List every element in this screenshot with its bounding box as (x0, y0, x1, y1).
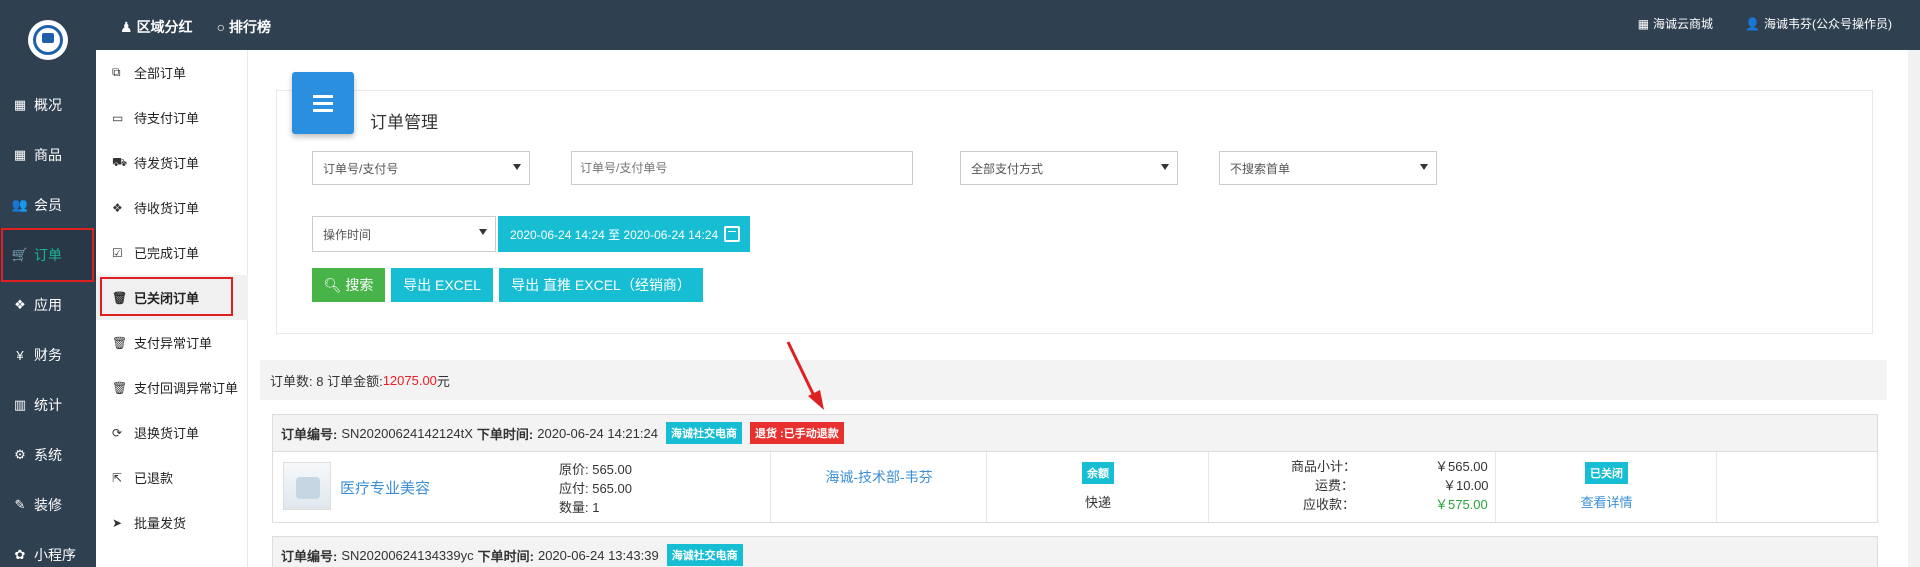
refund-badge: 退货 :已手动退款 (749, 422, 844, 444)
nav-finance[interactable]: ¥ 财务 (0, 330, 96, 380)
box-icon: ▦ (13, 97, 27, 112)
search-icon: 🔍︎ (323, 276, 342, 293)
caret-down-icon (479, 229, 487, 235)
calendar-icon (724, 226, 741, 242)
channel-badge: 海诚社交电商 (665, 422, 742, 444)
panel-title: 订单管理 (370, 113, 438, 132)
nav-system[interactable]: ⚙ 系统 (0, 430, 96, 480)
search-button[interactable]: 🔍︎ 搜索 (312, 268, 385, 302)
pay-method-badge: 余额 (1082, 462, 1114, 484)
subnav-batch-ship[interactable]: ➤ 批量发货 (96, 500, 248, 545)
subnav-completed[interactable]: ☑ 已完成订单 (96, 230, 248, 275)
subnav-pending-receipt[interactable]: ❖ 待收货订单 (96, 185, 248, 230)
user-menu[interactable]: 👤 海诚韦芬(公众号操作员) (1745, 15, 1892, 32)
nav-apps[interactable]: ❖ 应用 (0, 280, 96, 330)
freight-value: ￥10.00 (1443, 478, 1489, 493)
logo-icon (33, 25, 63, 55)
circle-icon: ○ (216, 19, 226, 35)
subtotal-value: ￥565.00 (1435, 459, 1488, 474)
order-header: 订单编号: SN20200624142124tX 下单时间: 2020-06-24 … (273, 415, 1877, 452)
price-info: 原价: 565.00 应付: 565.00 数量: 1 (559, 462, 632, 515)
subnav-refunded[interactable]: ⇱ 已退款 (96, 455, 248, 500)
export-direct-excel-button[interactable]: 导出 直推 EXCEL（经销商） (499, 268, 703, 302)
leaderboard-link[interactable]: ○ 排行榜 (217, 17, 271, 37)
status-badge: 已关闭 (1585, 462, 1628, 484)
receivable-value: ￥575.00 (1435, 497, 1488, 512)
trash-icon: 🗑 (112, 290, 128, 305)
channel-badge: 海诚社交电商 (666, 544, 743, 566)
left-nav: ▦ 概况 ▦ 商品 👥 会员 🛒 订单 ❖ 应用 ¥ 财务 ▥ 统计 ⚙ 系统 ✎ 装修 ✿ 小程序 (0, 0, 96, 567)
store-cell: 海诚-技术部-韦芬 (771, 452, 987, 522)
refresh-icon: ⟳ (112, 425, 123, 440)
card-icon: ▭ (112, 110, 124, 125)
nav-orders[interactable]: 🛒 订单 (0, 230, 96, 280)
caret-down-icon (513, 164, 521, 170)
order-field-select[interactable]: 订单号/支付号 (312, 151, 530, 185)
subnav-returns[interactable]: ⟳ 退换货订单 (96, 410, 248, 455)
order-summary: 订单数: 8 订单金额: 12075.00 元 (260, 360, 1887, 400)
order-amount: 12075.00 (382, 372, 437, 388)
view-detail-link[interactable]: 查看详情 (1496, 492, 1717, 511)
mall-link[interactable]: ▦ 海诚云商城 (1638, 15, 1713, 32)
dropbox-icon: ❖ (112, 200, 123, 215)
copy-icon: ⧉ (112, 65, 121, 79)
trash-icon: 🗑 (112, 335, 128, 350)
yen-icon: ¥ (16, 347, 24, 363)
product-name-link[interactable]: 医疗专业美容 (340, 477, 430, 498)
date-range-picker[interactable]: 2020-06-24 14:24 至 2020-06-24 14:24 (498, 216, 750, 252)
nav-stats[interactable]: ▥ 统计 (0, 380, 96, 430)
product-cell: 医疗专业美容 原价: 565.00 应付: 565.00 数量: 1 (273, 452, 771, 522)
order-header: 订单编号: SN20200624134339yc 下单时间: 2020-06-24 … (273, 537, 1877, 567)
scrollbar[interactable] (1908, 50, 1920, 567)
grid-icon: ▦ (1637, 16, 1650, 31)
nav-miniapp[interactable]: ✿ 小程序 (0, 530, 96, 567)
chart-icon: ▥ (13, 397, 27, 412)
wrench-icon: ✎ (14, 497, 26, 512)
order-body: 医疗专业美容 原价: 565.00 应付: 565.00 数量: 1 海诚-技术… (273, 452, 1877, 522)
menu-icon (292, 72, 354, 134)
order-card: 订单编号: SN20200624142124tX 下单时间: 2020-06-24 … (272, 414, 1878, 523)
cart-icon: 🛒 (11, 247, 29, 262)
time-type-select[interactable]: 操作时间 (312, 216, 496, 252)
store-link[interactable]: 海诚-技术部-韦芬 (771, 467, 987, 487)
subnav-pending-shipment[interactable]: ⛟ 待发货订单 (96, 140, 248, 185)
delivery-type: 快递 (1084, 495, 1111, 510)
truck-icon: ⛟ (112, 154, 128, 169)
users-icon: 👥 (11, 197, 29, 212)
check-icon: ☑ (112, 245, 123, 260)
nav-products[interactable]: ▦ 商品 (0, 130, 96, 180)
pay-method-select[interactable]: 全部支付方式 (960, 151, 1178, 185)
nav-decorate[interactable]: ✎ 装修 (0, 480, 96, 530)
miniapp-icon: ✿ (14, 547, 26, 562)
user-icon: 👤 (1745, 16, 1760, 31)
order-subnav: ⧉ 全部订单 ▭ 待支付订单 ⛟ 待发货订单 ❖ 待收货订单 ☑ 已完成订单 🗑 已关闭订单… (96, 50, 248, 567)
subnav-closed[interactable]: 🗑 已关闭订单 (96, 275, 248, 320)
send-icon: ➤ (112, 515, 123, 530)
export-excel-button[interactable]: 导出 EXCEL (391, 268, 493, 302)
trash-icon: 🗑 (112, 380, 128, 395)
nav-overview[interactable]: ▦ 概况 (0, 80, 96, 130)
subnav-callback-exception[interactable]: 🗑 支付回调异常订单 (96, 365, 248, 410)
cubes-icon: ❖ (14, 297, 26, 312)
box-icon: ▦ (13, 147, 27, 162)
caret-down-icon (1420, 164, 1428, 170)
nav-members[interactable]: 👥 会员 (0, 180, 96, 230)
order-card: 订单编号: SN20200624134339yc 下单时间: 2020-06-24 … (272, 536, 1878, 567)
person-icon: ♟ (120, 18, 133, 35)
status-cell: 已关闭 查看详情 (1496, 452, 1717, 522)
region-dividend-link[interactable]: ♟ 区域分红 (120, 17, 193, 37)
gears-icon: ⚙ (14, 447, 26, 462)
subnav-all-orders[interactable]: ⧉ 全部订单 (96, 50, 248, 95)
subnav-pending-payment[interactable]: ▭ 待支付订单 (96, 95, 248, 140)
export-icon: ⇱ (112, 470, 123, 485)
logo[interactable] (28, 20, 68, 60)
first-order-select[interactable]: 不搜索首单 (1219, 151, 1437, 185)
caret-down-icon (1161, 164, 1169, 170)
top-bar: ♟ 区域分红 ○ 排行榜 ▦ 海诚云商城 👤 海诚韦芬(公众号操作员) (96, 0, 1920, 50)
payment-cell: 余额 快递 (987, 452, 1209, 522)
order-search-input[interactable] (571, 151, 913, 185)
amount-cell: 商品小计： ￥565.00 运费： ￥10.00 应收款： ￥575.00 (1209, 452, 1496, 522)
product-thumbnail[interactable] (283, 462, 331, 510)
subnav-payment-exception[interactable]: 🗑 支付异常订单 (96, 320, 248, 365)
